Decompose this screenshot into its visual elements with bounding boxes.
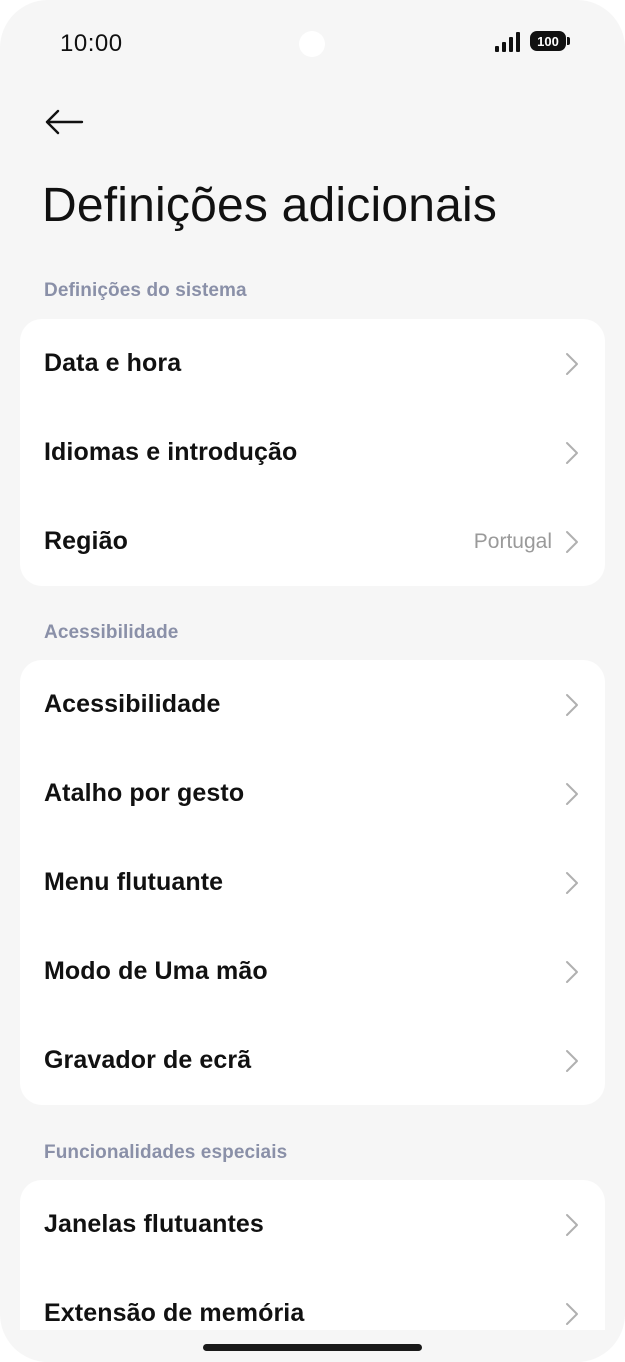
row-label: Região — [44, 527, 128, 555]
signal-icon — [495, 32, 520, 52]
card-system-settings: Data e hora Idiomas e introdução Região … — [20, 319, 605, 586]
row-label: Acessibilidade — [44, 690, 221, 718]
battery-icon: 100 — [530, 31, 570, 53]
row-label: Extensão de memória — [44, 1299, 305, 1327]
status-bar: 10:00 100 — [0, 0, 625, 88]
camera-cutout — [299, 31, 325, 57]
settings-screen: 10:00 100 Definições adicionais Definiçõ… — [0, 0, 625, 1362]
chevron-right-icon — [565, 871, 579, 895]
section-header-special-features: Funcionalidades especiais — [44, 1142, 288, 1163]
row-label: Data e hora — [44, 349, 182, 377]
card-accessibility: Acessibilidade Atalho por gesto Menu flu… — [20, 660, 605, 1105]
row-languages-input[interactable]: Idiomas e introdução — [20, 408, 605, 497]
row-one-hand-mode[interactable]: Modo de Uma mão — [20, 927, 605, 1016]
chevron-right-icon — [565, 530, 579, 554]
chevron-right-icon — [565, 1302, 579, 1326]
row-label: Modo de Uma mão — [44, 957, 268, 985]
chevron-right-icon — [565, 782, 579, 806]
row-region[interactable]: Região Portugal — [20, 497, 605, 586]
row-label: Menu flutuante — [44, 868, 224, 896]
row-gesture-shortcut[interactable]: Atalho por gesto — [20, 749, 605, 838]
chevron-right-icon — [565, 1049, 579, 1073]
row-accessibility[interactable]: Acessibilidade — [20, 660, 605, 749]
chevron-right-icon — [565, 693, 579, 717]
arrow-left-icon — [45, 109, 84, 135]
home-indicator[interactable] — [203, 1344, 422, 1351]
region-value: Portugal — [473, 529, 552, 553]
row-label: Idiomas e introdução — [44, 438, 298, 466]
status-time: 10:00 — [60, 30, 123, 57]
row-label: Janelas flutuantes — [44, 1210, 264, 1238]
row-date-time[interactable]: Data e hora — [20, 319, 605, 408]
battery-tip — [567, 37, 570, 45]
back-button[interactable] — [36, 98, 92, 146]
row-screen-recorder[interactable]: Gravador de ecrã — [20, 1016, 605, 1105]
row-floating-menu[interactable]: Menu flutuante — [20, 838, 605, 927]
battery-level: 100 — [530, 31, 566, 51]
chevron-right-icon — [565, 1213, 579, 1237]
page-title: Definições adicionais — [42, 179, 498, 232]
section-header-accessibility: Acessibilidade — [44, 622, 179, 643]
row-floating-windows[interactable]: Janelas flutuantes — [20, 1180, 605, 1269]
row-label: Atalho por gesto — [44, 779, 245, 807]
chevron-right-icon — [565, 441, 579, 465]
chevron-right-icon — [565, 960, 579, 984]
row-label: Gravador de ecrã — [44, 1046, 252, 1074]
chevron-right-icon — [565, 352, 579, 376]
section-header-system: Definições do sistema — [44, 280, 247, 301]
